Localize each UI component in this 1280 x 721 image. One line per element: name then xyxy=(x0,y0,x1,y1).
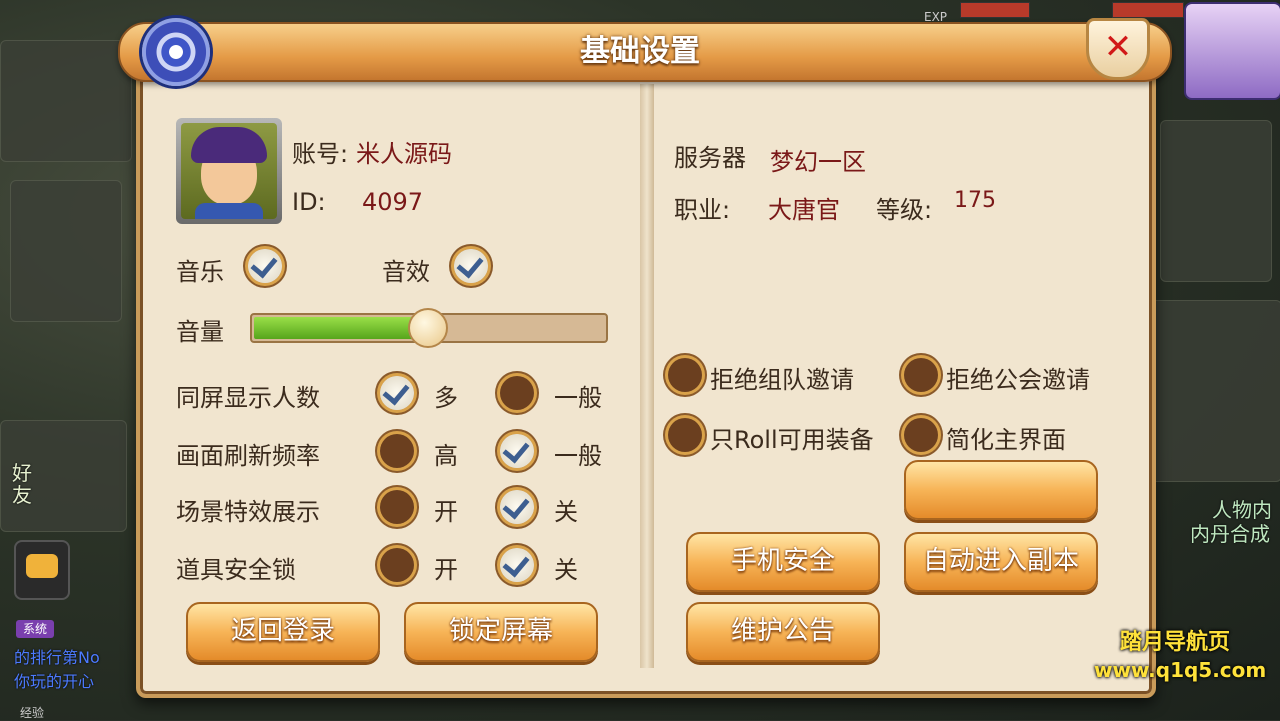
gear-icon xyxy=(142,18,210,86)
friend-button[interactable]: 好友 xyxy=(12,462,34,506)
watermark-title: 踏月导航页 xyxy=(1120,630,1231,655)
volume-slider-handle[interactable] xyxy=(408,308,448,348)
level-value: 175 xyxy=(954,188,996,213)
setting-option2-label: 关 xyxy=(554,498,578,526)
setting-option2-label: 一般 xyxy=(554,384,602,412)
toggle-checkbox[interactable] xyxy=(904,418,938,452)
volume-label: 音量 xyxy=(176,318,224,346)
back-to-login-button[interactable]: 返回登录 xyxy=(186,602,380,662)
server-label: 服务器 xyxy=(674,144,746,172)
avatar xyxy=(176,118,282,224)
account-value: 米人源码 xyxy=(356,140,452,168)
toggle-checkbox[interactable] xyxy=(668,358,702,392)
setting-row-label: 同屏显示人数 xyxy=(176,384,320,412)
side-menu-label[interactable]: 内丹合成 xyxy=(1190,518,1270,547)
toggle-label: 拒绝组队邀请 xyxy=(710,366,854,394)
setting-option2-checkbox[interactable] xyxy=(500,434,534,468)
profession-label: 职业: xyxy=(674,196,731,224)
setting-option2-checkbox[interactable] xyxy=(500,490,534,524)
id-value: 4097 xyxy=(362,188,424,216)
setting-option2-label: 一般 xyxy=(554,442,602,470)
setting-row-label: 场景特效展示 xyxy=(176,498,320,526)
setting-option2-label: 关 xyxy=(554,556,578,584)
maintenance-notice-button[interactable]: 维护公告 xyxy=(686,602,880,662)
setting-option2-checkbox[interactable] xyxy=(500,548,534,582)
id-label: ID: xyxy=(292,188,326,216)
chat-line: 你玩的开心 xyxy=(14,672,95,691)
phone-security-button[interactable]: 手机安全 xyxy=(686,532,880,592)
account-label: 账号: xyxy=(292,140,349,168)
profession-value: 大唐官 xyxy=(768,196,840,224)
volume-slider-fill xyxy=(254,317,426,339)
setting-option2-checkbox[interactable] xyxy=(500,376,534,410)
chat-line: 的排行第No xyxy=(14,648,100,667)
setting-option1-checkbox[interactable] xyxy=(380,548,414,582)
setting-option1-label: 开 xyxy=(434,556,458,584)
toggle-label: 拒绝公会邀请 xyxy=(946,366,1090,394)
setting-option1-label: 多 xyxy=(434,384,458,412)
close-icon: ✕ xyxy=(1103,27,1133,67)
music-checkbox[interactable] xyxy=(248,249,282,283)
bottom-exp-label: 经验 xyxy=(20,706,45,720)
music-label: 音乐 xyxy=(176,258,224,286)
blank-button[interactable] xyxy=(904,460,1098,520)
setting-row-label: 道具安全锁 xyxy=(176,556,296,584)
sfx-label: 音效 xyxy=(382,258,430,286)
level-label: 等级: xyxy=(876,196,933,224)
auto-enter-dungeon-button[interactable]: 自动进入副本 xyxy=(904,532,1098,592)
setting-row-label: 画面刷新频率 xyxy=(176,442,320,470)
chat-button[interactable] xyxy=(14,540,70,600)
toggle-label: 简化主界面 xyxy=(946,426,1066,454)
setting-option1-checkbox[interactable] xyxy=(380,490,414,524)
setting-option1-label: 开 xyxy=(434,498,458,526)
system-channel-tag: 系统 xyxy=(16,620,54,638)
toggle-label: 只Roll可用装备 xyxy=(710,426,874,454)
setting-option1-checkbox[interactable] xyxy=(380,434,414,468)
chat-bubble-icon xyxy=(26,554,58,578)
server-value: 梦幻一区 xyxy=(770,148,866,176)
setting-option1-checkbox[interactable] xyxy=(380,376,414,410)
lock-screen-button[interactable]: 锁定屏幕 xyxy=(404,602,598,662)
setting-option1-label: 高 xyxy=(434,442,458,470)
toggle-checkbox[interactable] xyxy=(668,418,702,452)
toggle-checkbox[interactable] xyxy=(904,358,938,392)
watermark-url: www.q1q5.com xyxy=(1094,658,1267,682)
panel-divider xyxy=(640,84,654,668)
close-button[interactable]: ✕ xyxy=(1086,18,1150,80)
sfx-checkbox[interactable] xyxy=(454,249,488,283)
